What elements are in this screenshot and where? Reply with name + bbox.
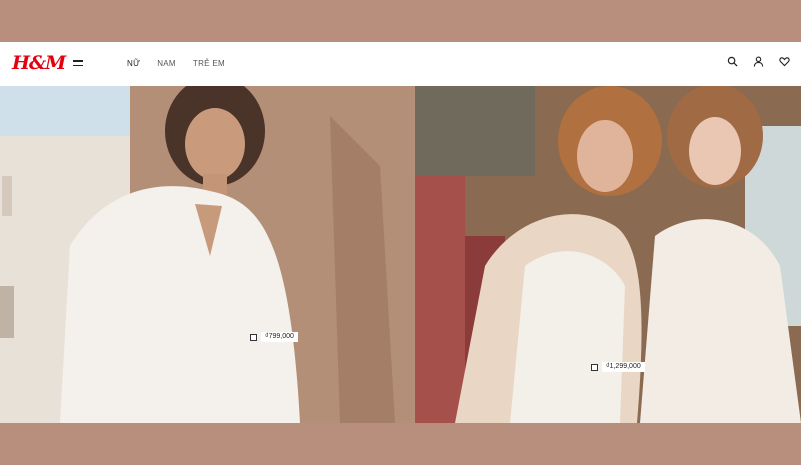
- hero-right-illustration: [415, 86, 801, 423]
- hotspot-marker[interactable]: [250, 333, 257, 341]
- account-icon[interactable]: [753, 56, 764, 67]
- site-header: H&M NỮ NAM TRẺ EM: [0, 42, 801, 86]
- page: H&M NỮ NAM TRẺ EM ₫799,000 ₫1,299,000: [0, 0, 801, 465]
- hero-left-illustration: [0, 86, 414, 423]
- menu-icon[interactable]: [73, 58, 85, 70]
- hm-logo[interactable]: H&M: [12, 53, 66, 73]
- heart-icon[interactable]: [779, 56, 790, 67]
- header-icons: [727, 56, 790, 67]
- price-label: ₫799,000: [261, 332, 298, 342]
- search-icon[interactable]: [727, 56, 738, 67]
- nav-item-men[interactable]: NAM: [157, 59, 176, 68]
- hero-image-right[interactable]: ₫1,299,000: [415, 86, 801, 423]
- price-tag-right[interactable]: ₫1,299,000: [591, 362, 645, 372]
- price-label: ₫1,299,000: [602, 362, 645, 372]
- price-tag-left[interactable]: ₫799,000: [250, 332, 298, 342]
- nav-item-women[interactable]: NỮ: [127, 59, 140, 68]
- main-nav: NỮ NAM TRẺ EM: [127, 59, 225, 68]
- hero-image-left[interactable]: ₫799,000: [0, 86, 414, 423]
- hotspot-marker[interactable]: [591, 363, 598, 371]
- nav-item-kids[interactable]: TRẺ EM: [193, 59, 225, 68]
